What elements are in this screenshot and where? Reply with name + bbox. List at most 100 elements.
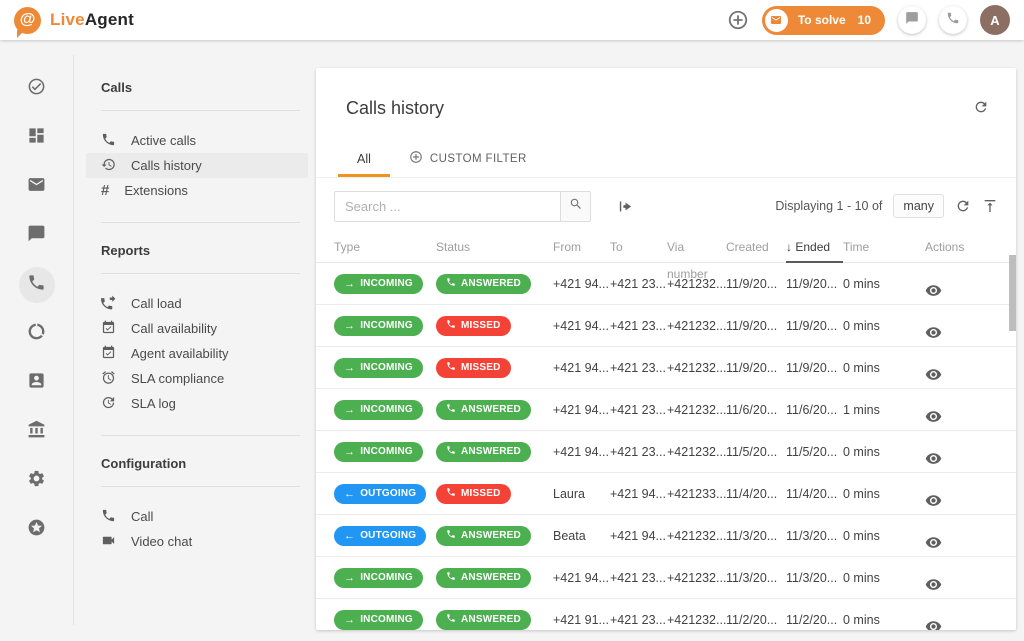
nav-rail-tasks-icon[interactable]: [19, 71, 55, 107]
call-row[interactable]: →INCOMINGANSWERED+421 94...+421 23...+42…: [316, 263, 1016, 305]
nav-rail-rewards-icon[interactable]: [19, 512, 55, 548]
sidebar-item-calls-history[interactable]: Calls history: [86, 153, 308, 178]
view-call-button[interactable]: [925, 492, 998, 509]
column-header-ended[interactable]: ↓ Ended: [786, 234, 843, 263]
sidebar-list: CallVideo chat: [101, 487, 300, 573]
sidebar-item-agent-availability[interactable]: Agent availability: [86, 341, 308, 366]
total-count-button[interactable]: many: [893, 194, 944, 218]
column-header-from[interactable]: From: [553, 234, 610, 262]
sidebar-item-call-availability[interactable]: Call availability: [86, 316, 308, 341]
tasks-icon: [27, 77, 46, 101]
sidebar-item-active-calls[interactable]: Active calls: [86, 128, 308, 153]
type-label: INCOMING: [360, 614, 413, 625]
nav-rail-calls-icon[interactable]: [19, 267, 55, 303]
reload-list-button[interactable]: [955, 198, 971, 214]
cell-ended: 11/4/20...: [786, 487, 843, 501]
sidebar-item-sla-compliance[interactable]: SLA compliance: [86, 366, 308, 391]
arrow-right-icon: →: [344, 363, 355, 373]
view-call-button[interactable]: [925, 618, 998, 630]
column-header-status[interactable]: Status: [436, 234, 553, 262]
sidebar-item-label: SLA log: [131, 396, 176, 411]
call-row[interactable]: →INCOMINGANSWERED+421 94...+421 23...+42…: [316, 389, 1016, 431]
sidebar-item-call[interactable]: Call: [86, 504, 308, 529]
refresh-icon: [973, 99, 989, 115]
to-solve-button[interactable]: To solve 10: [762, 6, 885, 35]
add-new-button[interactable]: [727, 9, 749, 31]
chats-button[interactable]: [898, 6, 926, 34]
column-header-created[interactable]: Created: [726, 234, 786, 262]
arrow-right-icon: →: [344, 573, 355, 583]
brand-text: LiveAgent: [50, 10, 134, 30]
nav-rail-settings-icon[interactable]: [19, 463, 55, 499]
status-badge: ANSWERED: [436, 400, 531, 420]
nav-rail-automation-icon[interactable]: [19, 316, 55, 352]
type-badge: →INCOMING: [334, 610, 423, 630]
nav-rail-chats-icon[interactable]: [19, 218, 55, 254]
calls-button[interactable]: [939, 6, 967, 34]
view-call-button[interactable]: [925, 324, 998, 341]
cell-to: +421 23...: [610, 319, 667, 333]
status-badge: ANSWERED: [436, 568, 531, 588]
call-row[interactable]: →INCOMINGMISSED+421 94...+421 23...+4212…: [316, 347, 1016, 389]
cell-time: 0 mins: [843, 445, 925, 459]
call-row[interactable]: →INCOMINGANSWERED+421 94...+421 23...+42…: [316, 431, 1016, 473]
column-header-actions: Actions: [925, 234, 998, 262]
column-header-type[interactable]: Type: [334, 234, 436, 262]
sidebar-section-reports: Reports: [101, 223, 300, 273]
status-badge: ANSWERED: [436, 526, 531, 546]
tickets-icon: [27, 175, 46, 199]
search-button[interactable]: [560, 191, 591, 222]
tabs: All CUSTOM FILTER: [316, 140, 1016, 178]
sidebar-item-sla-log[interactable]: SLA log: [86, 391, 308, 416]
nav-rail-knowledge-base-icon[interactable]: [19, 414, 55, 450]
sidebar-item-video-chat[interactable]: Video chat: [86, 529, 308, 554]
cell-created: 11/9/20...: [726, 361, 786, 375]
call-row[interactable]: →INCOMINGANSWERED+421 94...+421 23...+42…: [316, 557, 1016, 599]
cell-via-number: +421232...: [667, 277, 726, 291]
scroll-top-button[interactable]: [982, 198, 998, 214]
sidebar-section-configuration: Configuration: [101, 436, 300, 486]
cell-via-number: +421232...: [667, 571, 726, 585]
phone-icon: [446, 571, 456, 584]
status-label: MISSED: [461, 362, 501, 373]
update-icon: [101, 395, 116, 413]
sidebar-item-call-load[interactable]: Call load: [86, 291, 308, 316]
type-label: INCOMING: [360, 404, 413, 415]
advance-filter-button[interactable]: [617, 198, 634, 215]
column-header-via-number[interactable]: Via number: [667, 234, 726, 262]
status-badge: MISSED: [436, 484, 511, 504]
view-call-button[interactable]: [925, 282, 998, 299]
phone-icon: [446, 319, 456, 332]
call-row[interactable]: →INCOMINGMISSED+421 94...+421 23...+4212…: [316, 305, 1016, 347]
view-call-button[interactable]: [925, 534, 998, 551]
status-badge: ANSWERED: [436, 274, 531, 294]
table-scrollbar[interactable]: [1009, 255, 1016, 331]
nav-rail-customers-icon[interactable]: [19, 365, 55, 401]
call-row[interactable]: ←OUTGOINGMISSEDLaura+421 94...+421233...…: [316, 473, 1016, 515]
tab-custom-filter[interactable]: CUSTOM FILTER: [390, 140, 546, 177]
cell-via-number: +421232...: [667, 529, 726, 543]
view-call-button[interactable]: [925, 408, 998, 425]
view-call-button[interactable]: [925, 576, 998, 593]
cell-from: +421 94...: [553, 277, 610, 291]
column-header-time[interactable]: Time: [843, 234, 925, 262]
event-available-icon: [101, 320, 116, 338]
phone-forwarded-icon: [101, 295, 116, 313]
column-header-to[interactable]: To: [610, 234, 667, 262]
eye-icon: [925, 450, 998, 467]
view-call-button[interactable]: [925, 450, 998, 467]
avatar[interactable]: A: [980, 5, 1010, 35]
sidebar-item-extensions[interactable]: #Extensions: [86, 178, 308, 203]
tab-all[interactable]: All: [338, 140, 390, 177]
view-call-button[interactable]: [925, 366, 998, 383]
nav-rail-dashboard-icon[interactable]: [19, 120, 55, 156]
call-row[interactable]: ←OUTGOINGANSWEREDBeata+421 94...+421232.…: [316, 515, 1016, 557]
phone-icon: [446, 487, 456, 500]
brand-agent: Agent: [85, 10, 134, 29]
status-label: ANSWERED: [461, 530, 521, 541]
nav-rail-tickets-icon[interactable]: [19, 169, 55, 205]
cell-from: +421 94...: [553, 403, 610, 417]
search-input[interactable]: [334, 191, 560, 222]
call-row[interactable]: →INCOMINGANSWERED+421 91...+421 23...+42…: [316, 599, 1016, 630]
panel-refresh-button[interactable]: [973, 99, 989, 115]
